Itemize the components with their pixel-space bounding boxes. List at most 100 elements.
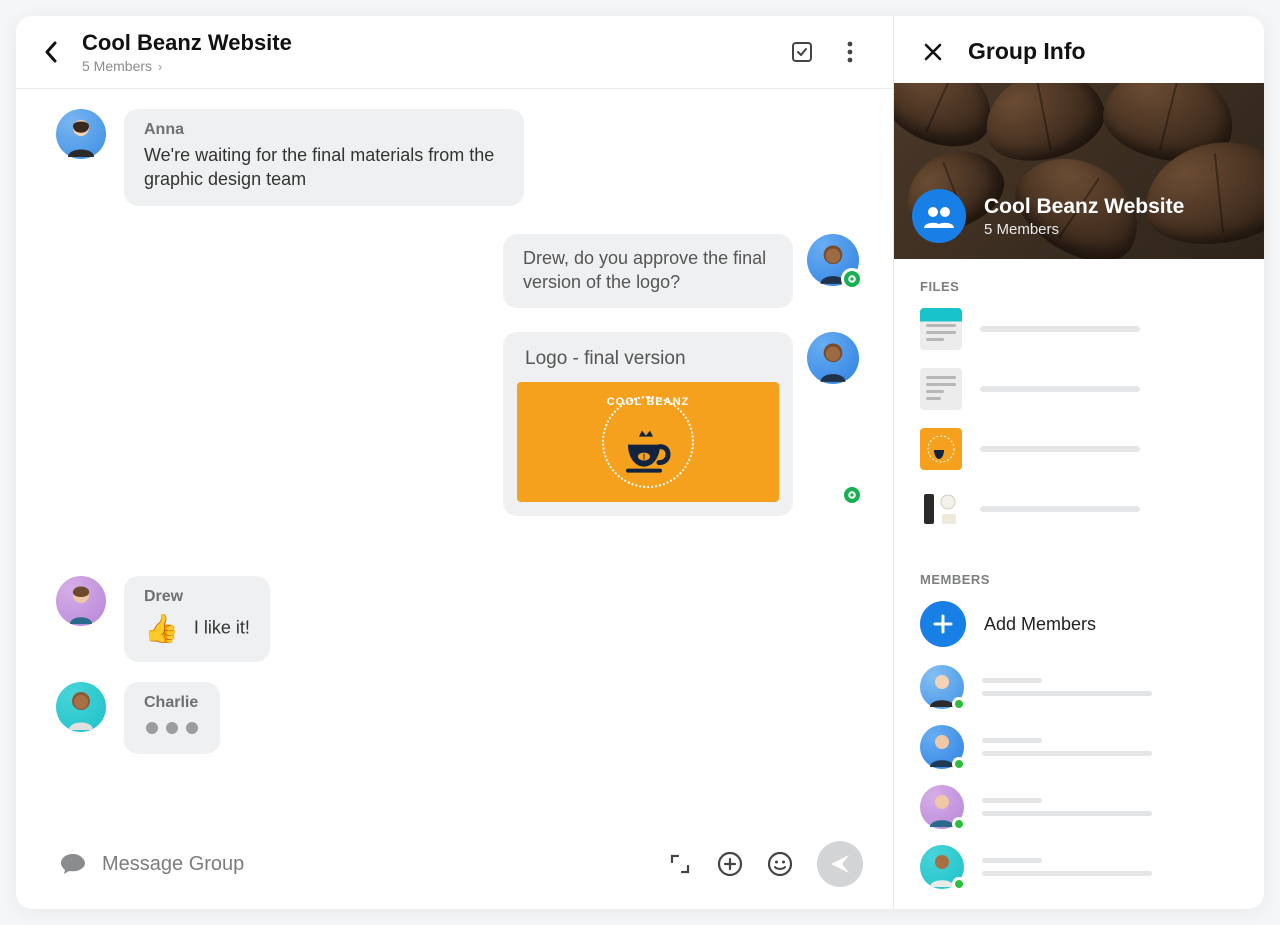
presence-dot: [952, 757, 966, 771]
avatar-self[interactable]: [807, 332, 859, 384]
files-section: FILES: [894, 259, 1264, 552]
chevron-right-icon: ›: [158, 59, 162, 74]
avatar-self[interactable]: [807, 234, 859, 286]
send-icon: [828, 852, 852, 876]
message-drew: Drew 👍 I like it!: [56, 576, 859, 662]
side-title: Group Info: [968, 38, 1086, 65]
file-item[interactable]: [920, 428, 1238, 470]
read-status-icon: [841, 268, 863, 290]
cover-text: Cool Beanz Website 5 Members: [984, 195, 1184, 238]
member-avatar: [920, 665, 964, 709]
message-text: Drew, do you approve the final version o…: [523, 246, 773, 295]
files-heading: FILES: [920, 279, 1238, 294]
member-placeholder: [982, 678, 1238, 696]
avatar-drew[interactable]: [56, 576, 106, 626]
message-logo-card: Logo - final version COOL BEANZ: [503, 332, 859, 516]
message-text-inner: I like it!: [194, 618, 250, 638]
logo-text: COOL BEANZ: [607, 396, 690, 408]
attach-button[interactable]: [717, 851, 743, 877]
message-text: We're waiting for the final materials fr…: [144, 143, 504, 192]
cup-icon: [620, 429, 676, 475]
message-text: 👍 I like it!: [144, 610, 250, 648]
close-button[interactable]: [920, 39, 946, 65]
message-sender: Charlie: [144, 694, 200, 712]
more-menu-button[interactable]: [837, 39, 863, 65]
cover-subtitle: 5 Members: [984, 221, 1184, 238]
member-item[interactable]: [920, 845, 1238, 889]
member-item[interactable]: [920, 725, 1238, 769]
add-members-label: Add Members: [984, 614, 1096, 635]
chat-title: Cool Beanz Website: [82, 30, 789, 56]
typing-indicator: [144, 716, 200, 740]
members-heading: MEMBERS: [920, 572, 1238, 587]
side-header: Group Info: [894, 16, 1264, 83]
composer-actions: [667, 841, 863, 887]
message-anna: Anna We're waiting for the final materia…: [56, 109, 859, 206]
message-placeholder: Message Group: [102, 853, 244, 876]
attachment-title: Logo - final version: [525, 348, 773, 370]
message-bubble[interactable]: Drew, do you approve the final version o…: [503, 234, 793, 309]
chat-composer: Message Group: [16, 824, 893, 909]
member-item[interactable]: [920, 785, 1238, 829]
plus-icon: [920, 601, 966, 647]
attachment-card[interactable]: Logo - final version COOL BEANZ: [503, 332, 793, 516]
chat-bubble-icon: [60, 852, 86, 876]
cover-title: Cool Beanz Website: [984, 195, 1184, 219]
add-members-button[interactable]: Add Members: [920, 601, 1238, 647]
message-drew-group: Drew 👍 I like it! Charlie: [56, 576, 859, 754]
file-item[interactable]: [920, 308, 1238, 350]
presence-dot: [952, 877, 966, 891]
member-placeholder: [982, 798, 1238, 816]
file-item[interactable]: [920, 368, 1238, 410]
emoji-button[interactable]: [767, 851, 793, 877]
member-placeholder: [982, 858, 1238, 876]
group-info-panel: Group Info Cool Beanz Website 5 Members …: [894, 16, 1264, 909]
file-item[interactable]: [920, 488, 1238, 530]
file-placeholder-line: [980, 326, 1140, 332]
tasks-button[interactable]: [789, 39, 815, 65]
file-placeholder-line: [980, 506, 1140, 512]
member-item[interactable]: [920, 665, 1238, 709]
chat-title-block: Cool Beanz Website 5 Members ›: [82, 30, 789, 74]
group-cover[interactable]: Cool Beanz Website 5 Members: [894, 83, 1264, 259]
message-bubble[interactable]: Anna We're waiting for the final materia…: [124, 109, 524, 206]
presence-dot: [952, 697, 966, 711]
attachment-preview[interactable]: COOL BEANZ: [517, 382, 779, 502]
file-image-icon: [920, 428, 962, 470]
message-approve: Drew, do you approve the final version o…: [503, 234, 859, 309]
avatar-anna[interactable]: [56, 109, 106, 159]
file-photo-icon: [920, 488, 962, 530]
member-placeholder: [982, 738, 1238, 756]
chat-members-link[interactable]: 5 Members ›: [82, 58, 789, 74]
chat-header: Cool Beanz Website 5 Members ›: [16, 16, 893, 89]
header-actions: [789, 39, 871, 65]
message-sender: Anna: [144, 121, 504, 139]
member-avatar: [920, 785, 964, 829]
chat-messages[interactable]: Anna We're waiting for the final materia…: [16, 89, 893, 824]
message-charlie: Charlie: [56, 682, 859, 754]
app-window: Cool Beanz Website 5 Members ›: [16, 16, 1264, 909]
expand-button[interactable]: [667, 851, 693, 877]
file-placeholder-line: [980, 386, 1140, 392]
send-button[interactable]: [817, 841, 863, 887]
chat-members-text: 5 Members: [82, 58, 152, 74]
member-avatar: [920, 845, 964, 889]
members-section: MEMBERS Add Members: [894, 552, 1264, 909]
message-input[interactable]: Message Group: [60, 852, 651, 876]
member-avatar: [920, 725, 964, 769]
message-bubble[interactable]: Charlie: [124, 682, 220, 754]
back-button[interactable]: [38, 39, 64, 65]
file-placeholder-line: [980, 446, 1140, 452]
chat-panel: Cool Beanz Website 5 Members ›: [16, 16, 894, 909]
group-icon: [912, 189, 966, 243]
read-status-icon: [841, 484, 863, 506]
message-self-group: Drew, do you approve the final version o…: [56, 234, 859, 517]
thumbs-up-icon: 👍: [144, 613, 179, 644]
presence-dot: [952, 817, 966, 831]
file-doc-icon: [920, 368, 962, 410]
avatar-charlie[interactable]: [56, 682, 106, 732]
file-doc-icon: [920, 308, 962, 350]
message-sender: Drew: [144, 588, 250, 606]
cover-label: Cool Beanz Website 5 Members: [912, 189, 1184, 243]
message-bubble[interactable]: Drew 👍 I like it!: [124, 576, 270, 662]
